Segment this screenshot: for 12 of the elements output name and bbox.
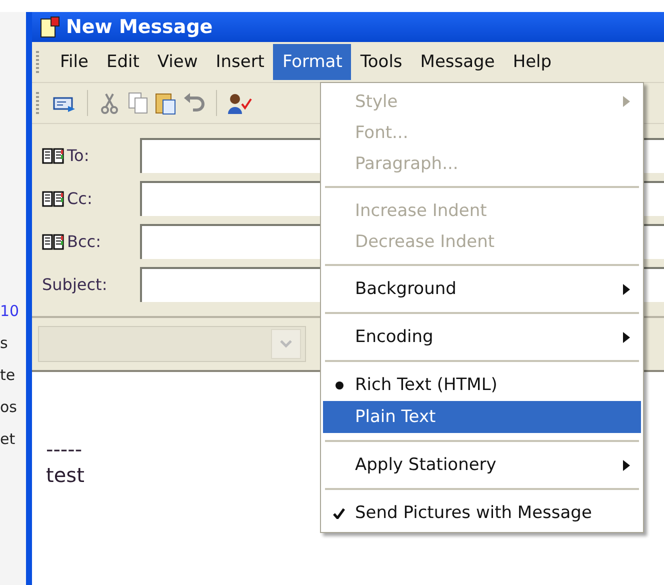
field-label: To:	[67, 146, 90, 165]
background-text: et	[0, 430, 16, 448]
background-text: s	[0, 334, 9, 352]
field-label: Bcc:	[67, 232, 101, 251]
background-text: te	[0, 366, 16, 384]
window-title: New Message	[66, 16, 213, 38]
field-label: Cc:	[67, 189, 92, 208]
body-text: test	[46, 462, 84, 488]
background-text: os	[0, 398, 18, 416]
body-text: -----	[46, 436, 82, 462]
background-text: 10	[0, 302, 20, 320]
field-label: Subject:	[42, 275, 108, 294]
